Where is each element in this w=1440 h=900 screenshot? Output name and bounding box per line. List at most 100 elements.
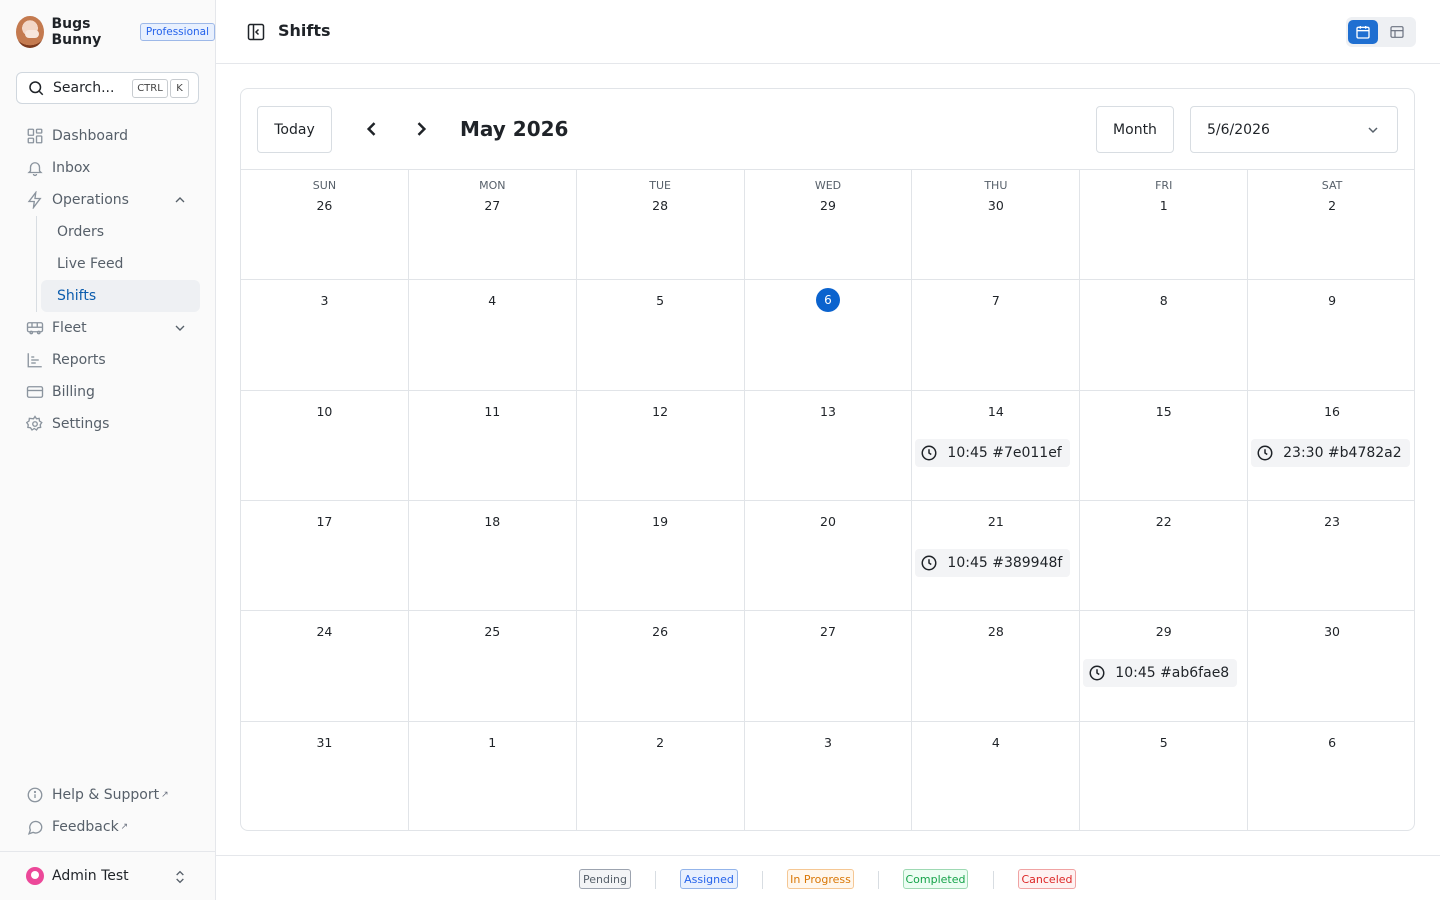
date-number-text: 10	[316, 404, 333, 419]
date-number-text: 29	[1155, 624, 1172, 639]
day-cell[interactable]: 30	[1248, 611, 1414, 722]
nav-operations[interactable]: Operations	[16, 184, 200, 216]
day-cell[interactable]: 14 10:45 #7e011ef	[912, 391, 1081, 501]
day-cell[interactable]: 24	[241, 611, 409, 722]
nav-reports[interactable]: Reports	[16, 344, 200, 376]
chevron-right-icon[interactable]	[411, 119, 431, 139]
day-cell[interactable]: 4	[408, 280, 577, 391]
search-button[interactable]: Search... CTRL K	[16, 72, 199, 104]
day-cell[interactable]: 16 23:30 #b4782a2	[1248, 391, 1414, 501]
day-cell[interactable]: 7	[912, 280, 1081, 391]
legend-badge-completed: Completed	[903, 869, 968, 889]
day-cell[interactable]: 9	[1248, 280, 1414, 391]
clock-icon	[1257, 445, 1273, 461]
date-number-text: 14	[987, 404, 1004, 419]
day-cell[interactable]: 5	[576, 280, 745, 391]
nav-shifts[interactable]: Shifts	[41, 280, 200, 312]
date-number: 28	[577, 198, 744, 213]
shift-event[interactable]: 10:45 #7e011ef	[915, 439, 1070, 467]
date-number: 27	[409, 198, 576, 213]
date-number-text: 1	[1159, 198, 1168, 213]
day-cell[interactable]: 8	[1080, 280, 1249, 391]
chevron-up-icon[interactable]	[172, 192, 188, 208]
day-cell[interactable]: 31	[241, 722, 409, 830]
shift-event[interactable]: 10:45 #389948f	[915, 549, 1071, 577]
chevron-left-icon[interactable]	[362, 119, 382, 139]
chevron-down-icon[interactable]	[172, 320, 188, 336]
day-cell[interactable]: 6	[744, 280, 913, 391]
date-number-text: 1	[488, 735, 497, 750]
day-cell[interactable]: 22	[1080, 501, 1249, 611]
org-avatar	[16, 16, 44, 48]
day-cell[interactable]: 20	[744, 501, 913, 611]
day-cell[interactable]: 28	[912, 611, 1081, 722]
user-menu[interactable]: Admin Test	[0, 851, 216, 900]
day-cell[interactable]: 3	[241, 280, 409, 391]
nav-inbox[interactable]: Inbox	[16, 152, 200, 184]
help-support-link[interactable]: Help & Support ↗	[16, 779, 200, 811]
org-switcher[interactable]: Bugs Bunny Professional	[16, 16, 215, 48]
day-cell[interactable]: MON 27	[408, 170, 577, 280]
day-cell[interactable]: WED 29	[744, 170, 913, 280]
date-number-text: 5	[1159, 735, 1168, 750]
sidebar-toggle-icon[interactable]	[246, 22, 266, 42]
date-picker-value: 5/6/2026	[1207, 121, 1270, 138]
feedback-link[interactable]: Feedback ↗	[16, 811, 200, 843]
shift-event[interactable]: 10:45 #ab6fae8	[1083, 659, 1238, 687]
date-number: 8	[1080, 293, 1247, 308]
day-cell[interactable]: 11	[408, 391, 577, 501]
day-cell[interactable]: FRI 1	[1080, 170, 1249, 280]
day-cell[interactable]: 5	[1080, 722, 1249, 830]
day-cell[interactable]: 29 10:45 #ab6fae8	[1080, 611, 1249, 722]
clock-icon	[1089, 665, 1105, 681]
shift-event[interactable]: 23:30 #b4782a2	[1251, 439, 1410, 467]
weekday-header: MON	[479, 179, 506, 192]
day-cell[interactable]: 18	[408, 501, 577, 611]
date-number-text: 21	[987, 514, 1004, 529]
nav-settings[interactable]: Settings	[16, 408, 200, 440]
date-number: 19	[577, 514, 744, 529]
day-cell[interactable]: 6	[1248, 722, 1414, 830]
nav-live-feed[interactable]: Live Feed	[41, 248, 200, 280]
nav-fleet[interactable]: Fleet	[16, 312, 200, 344]
day-cell[interactable]: 10	[241, 391, 409, 501]
date-number-text: 26	[316, 198, 333, 213]
date-number: 2	[1248, 198, 1414, 213]
date-number-text: 18	[484, 514, 501, 529]
day-cell[interactable]: 27	[744, 611, 913, 722]
day-cell[interactable]: 12	[576, 391, 745, 501]
date-number-text: 27	[820, 624, 836, 639]
gear-icon	[26, 415, 44, 433]
nav-orders[interactable]: Orders	[41, 216, 200, 248]
day-cell[interactable]: 23	[1248, 501, 1414, 611]
user-name: Admin Test	[52, 868, 129, 884]
day-cell[interactable]: 3	[745, 722, 913, 830]
nav-billing[interactable]: Billing	[16, 376, 200, 408]
view-mode-select[interactable]: Month	[1096, 106, 1174, 153]
search-icon	[29, 81, 44, 96]
today-button[interactable]: Today	[257, 106, 332, 153]
day-cell[interactable]: 26	[576, 611, 745, 722]
date-number: 5	[1080, 735, 1247, 750]
date-picker[interactable]: 5/6/2026	[1190, 106, 1398, 153]
day-cell[interactable]: 15	[1080, 391, 1249, 501]
day-cell[interactable]: TUE 28	[576, 170, 745, 280]
nav-dashboard[interactable]: Dashboard	[16, 120, 200, 152]
day-cell[interactable]: THU 30	[912, 170, 1081, 280]
day-cell[interactable]: 4	[912, 722, 1081, 830]
day-cell[interactable]: 13	[744, 391, 913, 501]
calendar-view-button[interactable]	[1348, 20, 1378, 44]
date-number-text: 7	[991, 293, 1000, 308]
day-cell[interactable]: 25	[408, 611, 577, 722]
day-cell[interactable]: SUN 26	[241, 170, 409, 280]
day-cell[interactable]: 2	[577, 722, 745, 830]
date-number: 12	[577, 404, 744, 419]
day-cell[interactable]: 21 10:45 #389948f	[912, 501, 1081, 611]
day-cell[interactable]: 17	[241, 501, 409, 611]
chat-bubble-icon	[26, 818, 44, 836]
day-cell[interactable]: 1	[409, 722, 577, 830]
org-name: Bugs Bunny	[51, 16, 102, 48]
day-cell[interactable]: 19	[576, 501, 745, 611]
table-view-button[interactable]	[1382, 20, 1412, 44]
day-cell[interactable]: SAT 2	[1248, 170, 1414, 280]
